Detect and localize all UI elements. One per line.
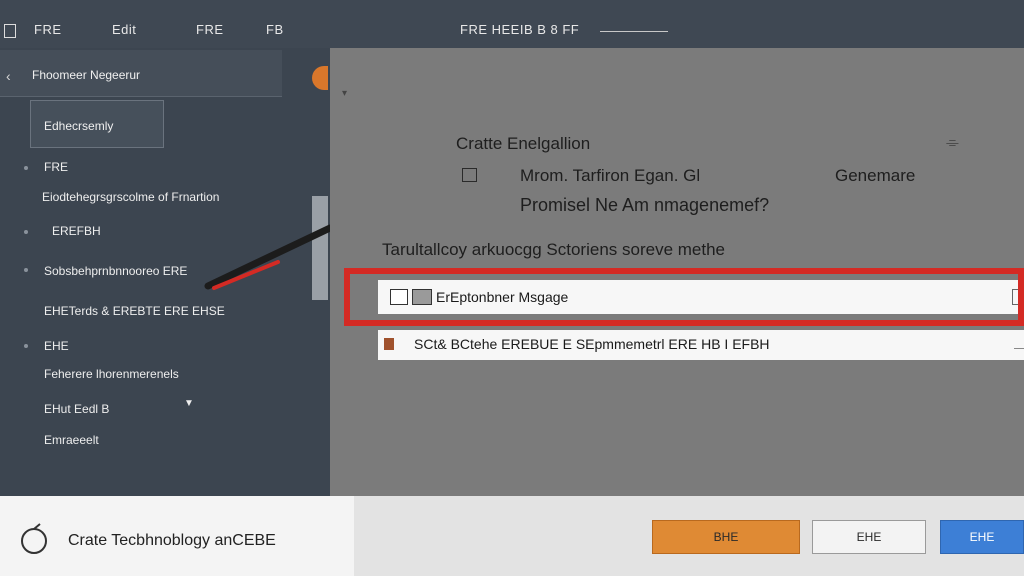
dialog-title: Cratte Enelgallion (456, 134, 591, 153)
sidebar-item[interactable]: Sobsbehprnbnnooreo ERE (44, 264, 187, 278)
toolbar-item-5[interactable]: FRE HEEIB B 8 FF (460, 22, 579, 37)
sidebar-item[interactable]: FRE (44, 160, 68, 174)
checkbox-icon[interactable] (462, 168, 477, 182)
file-icon (384, 338, 394, 350)
dialog-description: Tarultallcoy arkuocgg Sctoriens soreve m… (382, 240, 725, 259)
tree-bullet-icon (24, 166, 28, 170)
tree-bullet-icon (24, 230, 28, 234)
tree-bullet-icon (24, 344, 28, 348)
highlight-box (344, 268, 1024, 326)
toolbar-item-3[interactable]: FRE (196, 22, 224, 37)
sidebar-item[interactable]: EREFBH (52, 224, 101, 238)
toolbar-item-2[interactable]: Edit (112, 22, 136, 37)
chevron-down-icon[interactable]: ▼ (184, 398, 194, 409)
collapse-icon[interactable]: ‹ (6, 68, 11, 84)
sidebar-item-selected-label: Edhecrsemly (44, 119, 114, 133)
sidebar-item[interactable]: EHut Eedl B (44, 402, 109, 416)
sidebar-item[interactable]: EHETerds & EREBTE ERE EHSE (44, 304, 225, 318)
app-icon[interactable] (4, 24, 16, 38)
row-divider (1014, 348, 1024, 349)
logo-icon (21, 523, 47, 554)
sidebar-item[interactable]: Eiodtehegrsgrscolme of Frnartion (42, 190, 219, 204)
sidebar-item[interactable]: EHE (44, 339, 69, 353)
dialog-field-label: Mrom. Tarfiron Egan. Gl (520, 166, 701, 185)
sidebar-item[interactable]: Emraeeelt (44, 433, 99, 447)
generate-link[interactable]: Genemare (835, 166, 915, 186)
toolbar-item-4[interactable]: FB (266, 22, 284, 37)
primary-button[interactable]: BHE (652, 520, 800, 554)
close-icon[interactable]: ⌯ (946, 134, 959, 152)
list-item-label: SCt& BCtehe EREBUE E SEpmmemetrl ERE HB … (414, 336, 770, 352)
dialog-question: Promisel Ne Am nmagenemef? (520, 195, 770, 215)
confirm-button[interactable]: EHE (940, 520, 1024, 554)
sidebar-item[interactable]: Feherere lhorenmerenels (44, 367, 179, 381)
secondary-button[interactable]: EHE (812, 520, 926, 554)
sidebar-header-label: Fhoomeer Negeerur (32, 68, 141, 82)
tree-bullet-icon (24, 268, 28, 272)
panel-toggle-icon[interactable]: ▾ (342, 88, 347, 99)
pen-annotation-icon (204, 224, 334, 290)
toolbar-divider (600, 31, 668, 32)
footer-app-label: Crate Tecbhnoblogy anCEBE (68, 532, 276, 549)
toolbar-item-1[interactable]: FRE (34, 22, 62, 37)
